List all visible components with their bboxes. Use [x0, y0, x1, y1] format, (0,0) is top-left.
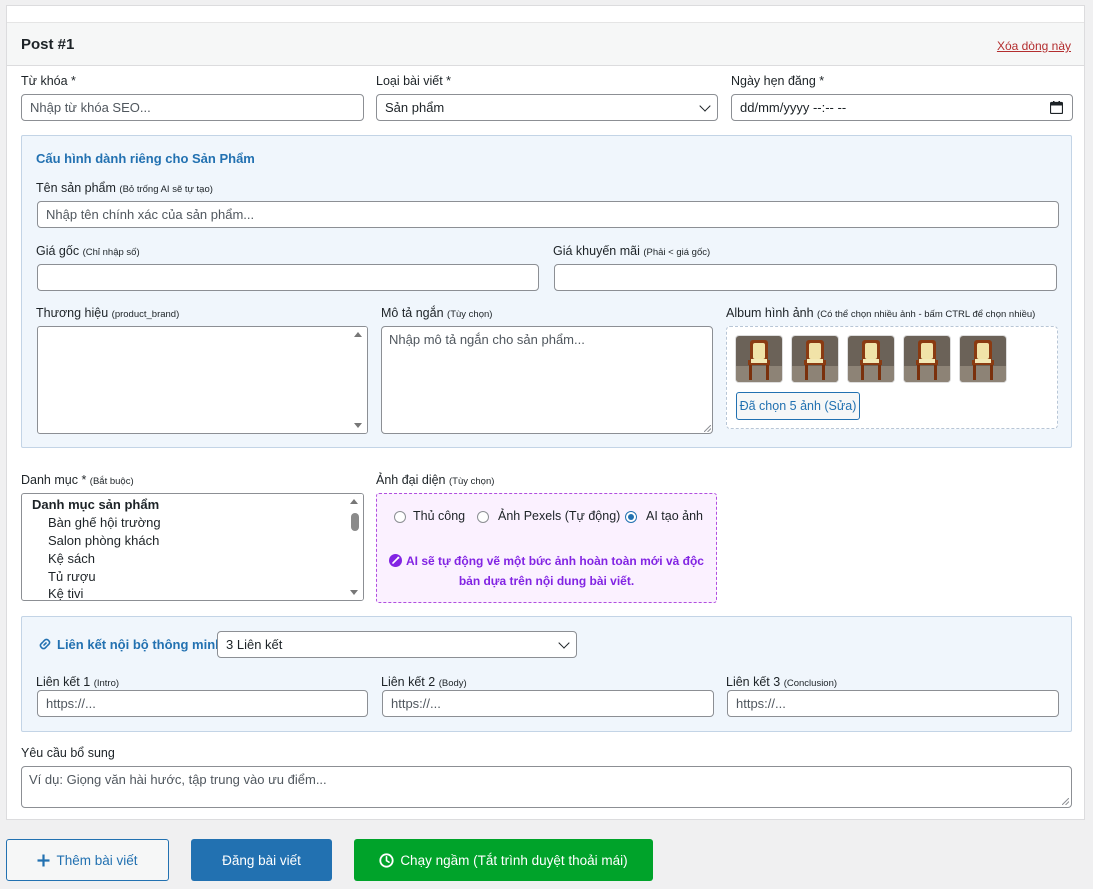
extra-textarea[interactable]	[21, 766, 1072, 808]
scroll-up-icon[interactable]	[354, 332, 362, 337]
post-type-label: Loại bài viết *	[376, 74, 452, 88]
post-type-select[interactable]: Sản phẩm	[376, 94, 718, 121]
category-option[interactable]: Kệ tivi	[48, 586, 83, 600]
resize-handle-icon[interactable]	[1062, 798, 1069, 805]
keyword-input[interactable]	[21, 94, 364, 121]
ai-note-line2: bản dựa trên nội dung bài viết.	[458, 574, 635, 588]
publish-button[interactable]: Đăng bài viết	[191, 839, 332, 881]
brand-scrollbar[interactable]	[351, 327, 367, 433]
calendar-icon[interactable]	[1050, 101, 1063, 114]
album-image	[792, 336, 838, 382]
brand-label: Thương hiệu (product_brand)	[36, 306, 180, 320]
run-background-button[interactable]: Chạy ngầm (Tắt trình duyệt thoải mái)	[354, 839, 653, 881]
product-config-panel: Cấu hình dành riêng cho Sản Phẩm Tên sản…	[21, 135, 1072, 448]
category-label: Danh mục * (Bắt buộc)	[21, 473, 134, 487]
album-box: Đã chọn 5 ảnh (Sửa)	[726, 326, 1058, 429]
scroll-down-icon[interactable]	[350, 590, 358, 595]
link-2-label: Liên kết 2 (Body)	[381, 675, 467, 689]
add-post-label: Thêm bài viết	[56, 852, 138, 868]
link-count-select[interactable]: 3 Liên kết	[217, 631, 577, 658]
option-manual-label[interactable]: Thủ công	[413, 509, 465, 523]
option-pexels-label[interactable]: Ảnh Pexels (Tự động)	[498, 509, 620, 523]
clock-icon	[379, 852, 394, 868]
album-image	[904, 336, 950, 382]
resize-handle-icon[interactable]	[704, 425, 711, 432]
chevron-down-icon	[699, 99, 711, 112]
price-label: Giá gốc (Chỉ nhập số)	[36, 244, 140, 258]
magic-icon	[389, 554, 403, 567]
link-icon	[39, 638, 51, 650]
brand-multiselect[interactable]	[37, 326, 368, 434]
product-name-input[interactable]	[37, 201, 1059, 228]
featured-image-box: Thủ công Ảnh Pexels (Tự động) AI tạo ảnh…	[376, 493, 717, 603]
regular-price-input[interactable]	[37, 264, 539, 291]
album-image	[848, 336, 894, 382]
sale-price-label: Giá khuyến mãi (Phải < giá gốc)	[553, 244, 711, 258]
link-count-value: 3 Liên kết	[226, 637, 283, 652]
short-desc-textarea[interactable]	[381, 326, 713, 434]
radio-ai[interactable]	[625, 511, 637, 523]
link-3-input[interactable]	[727, 690, 1059, 717]
category-scrollbar[interactable]	[347, 494, 363, 600]
album-label: Album hình ảnh (Có thể chọn nhiều ảnh - …	[726, 306, 1036, 320]
category-option[interactable]: Salon phòng khách	[48, 533, 159, 548]
featured-image-label: Ảnh đại diện (Tùy chọn)	[376, 473, 495, 487]
scroll-down-icon[interactable]	[354, 423, 362, 428]
post-type-value: Sản phẩm	[385, 100, 445, 115]
add-post-button[interactable]: Thêm bài viết	[6, 839, 169, 881]
scroll-up-icon[interactable]	[350, 499, 358, 504]
internal-links-title: Liên kết nội bộ thông minh	[57, 637, 224, 652]
category-multiselect[interactable]: Danh mục sản phẩm Bàn ghế hội trường Sal…	[21, 493, 364, 601]
keyword-label: Từ khóa *	[21, 74, 76, 88]
edit-album-button[interactable]: Đã chọn 5 ảnh (Sửa)	[736, 392, 860, 420]
sale-price-input[interactable]	[554, 264, 1057, 291]
schedule-datetime-input[interactable]: dd/mm/yyyy --:-- --	[731, 94, 1073, 121]
category-group-label: Danh mục sản phẩm	[32, 497, 160, 512]
radio-pexels[interactable]	[477, 511, 489, 523]
radio-manual[interactable]	[394, 511, 406, 523]
extra-label: Yêu cầu bổ sung	[21, 746, 115, 760]
delete-row-link[interactable]: Xóa dòng này	[997, 39, 1071, 53]
album-image	[736, 336, 782, 382]
category-option[interactable]: Kệ sách	[48, 551, 95, 566]
product-config-title: Cấu hình dành riêng cho Sản Phẩm	[36, 151, 255, 166]
category-option[interactable]: Bàn ghế hội trường	[48, 515, 161, 530]
category-option[interactable]: Tủ rượu	[48, 569, 96, 584]
link-3-label: Liên kết 3 (Conclusion)	[726, 675, 838, 689]
album-image	[960, 336, 1006, 382]
short-desc-label: Mô tả ngắn (Tùy chọn)	[381, 306, 493, 320]
internal-links-panel: Liên kết nội bộ thông minh 3 Liên kết Li…	[21, 616, 1072, 732]
run-background-label: Chạy ngầm (Tắt trình duyệt thoải mái)	[400, 852, 628, 868]
product-name-label: Tên sản phẩm (Bỏ trống AI sẽ tự tạo)	[36, 181, 213, 195]
option-ai-label[interactable]: AI tạo ảnh	[646, 509, 703, 523]
chevron-down-icon	[558, 636, 570, 649]
plus-icon	[37, 854, 50, 866]
post-title: Post #1	[21, 36, 75, 53]
schedule-value: dd/mm/yyyy --:-- --	[740, 100, 847, 115]
ai-note: AI sẽ tự động vẽ một bức ảnh hoàn toàn m…	[377, 551, 716, 571]
scroll-thumb[interactable]	[351, 513, 359, 531]
link-1-input[interactable]	[37, 690, 368, 717]
link-1-label: Liên kết 1 (Intro)	[36, 675, 120, 689]
schedule-label: Ngày hẹn đăng *	[731, 74, 825, 88]
link-2-input[interactable]	[382, 690, 714, 717]
post-header: Post #1 Xóa dòng này	[7, 22, 1084, 66]
post-card: Post #1 Xóa dòng này Từ khóa * Loại bài …	[6, 5, 1085, 820]
